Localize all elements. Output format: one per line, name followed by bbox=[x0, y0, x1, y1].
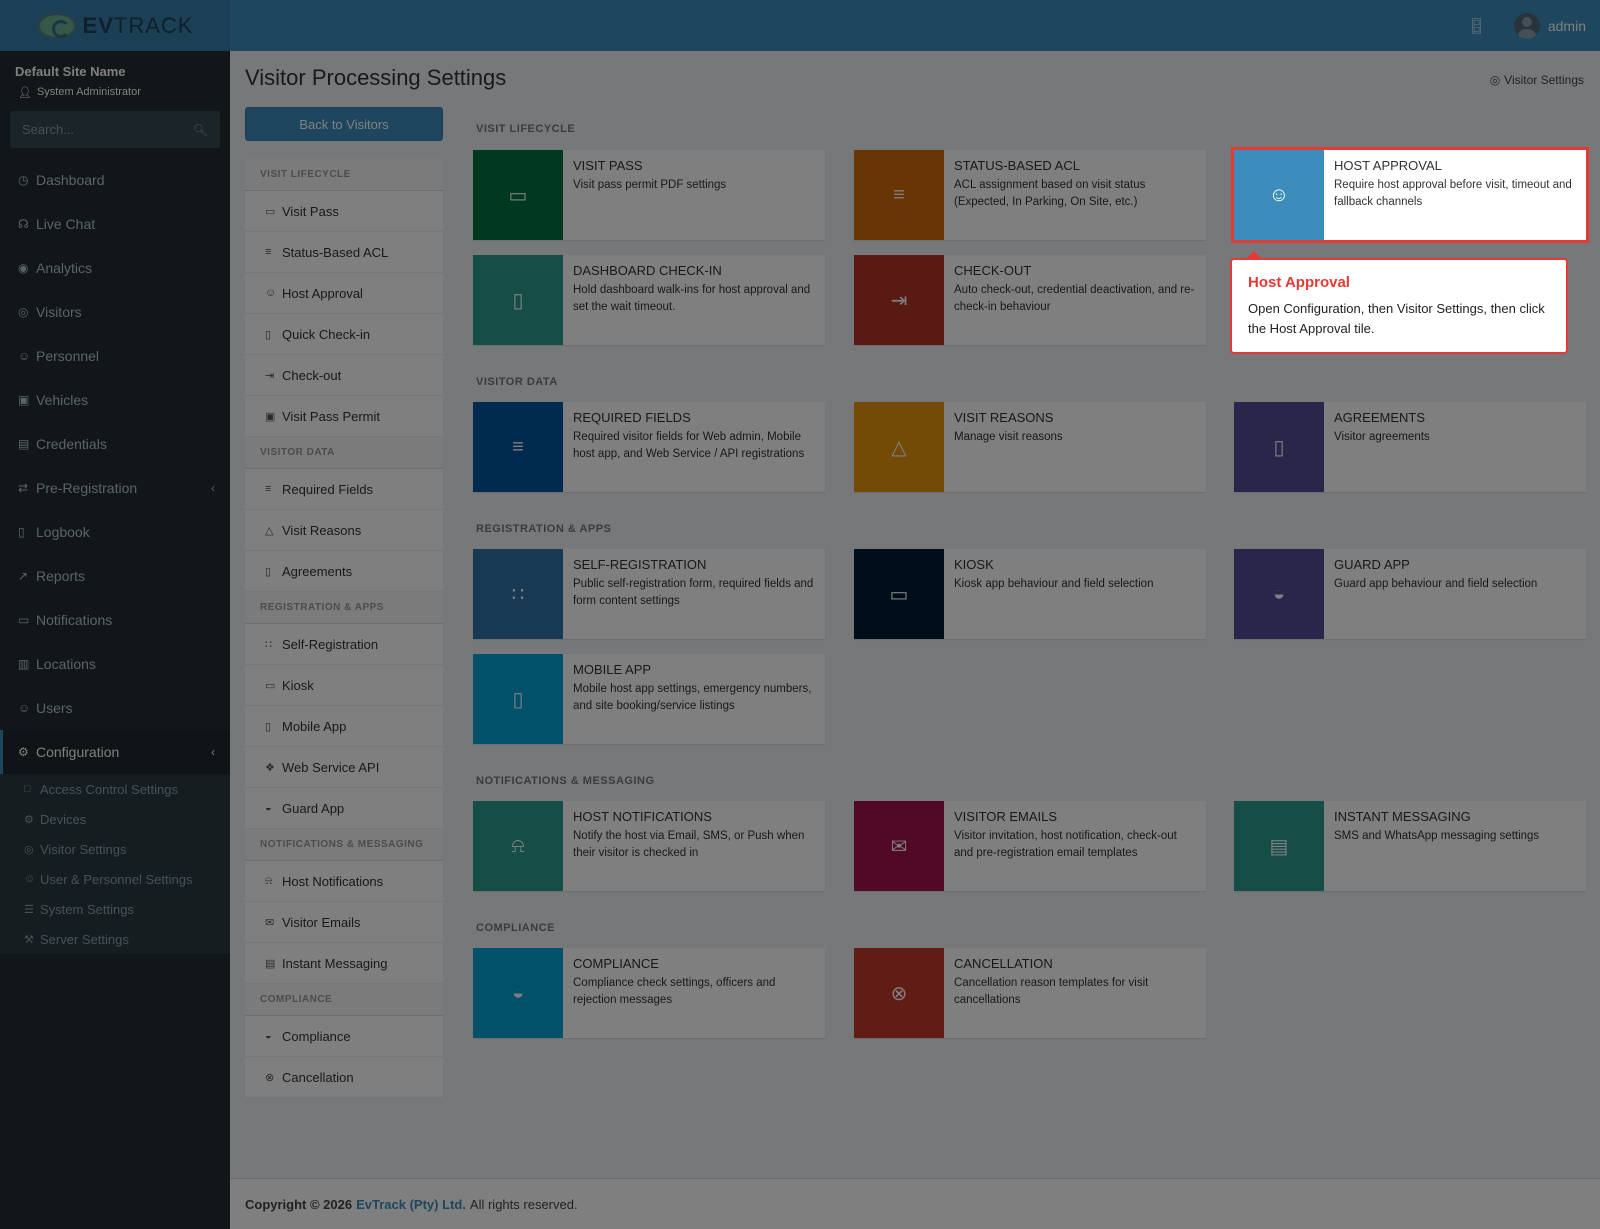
user-check-icon: ☺ bbox=[1234, 150, 1324, 240]
tooltip-title: Host Approval bbox=[1248, 274, 1350, 291]
tooltip-body: Open Configuration, then Visitor Setting… bbox=[1248, 301, 1545, 336]
tooltip-arrow bbox=[1246, 251, 1262, 259]
tour-tooltip: Host Approval Open Configuration, then V… bbox=[1230, 251, 1568, 354]
tile-host-approval[interactable]: ☺ HOST APPROVAL Require host approval bef… bbox=[1231, 147, 1589, 243]
